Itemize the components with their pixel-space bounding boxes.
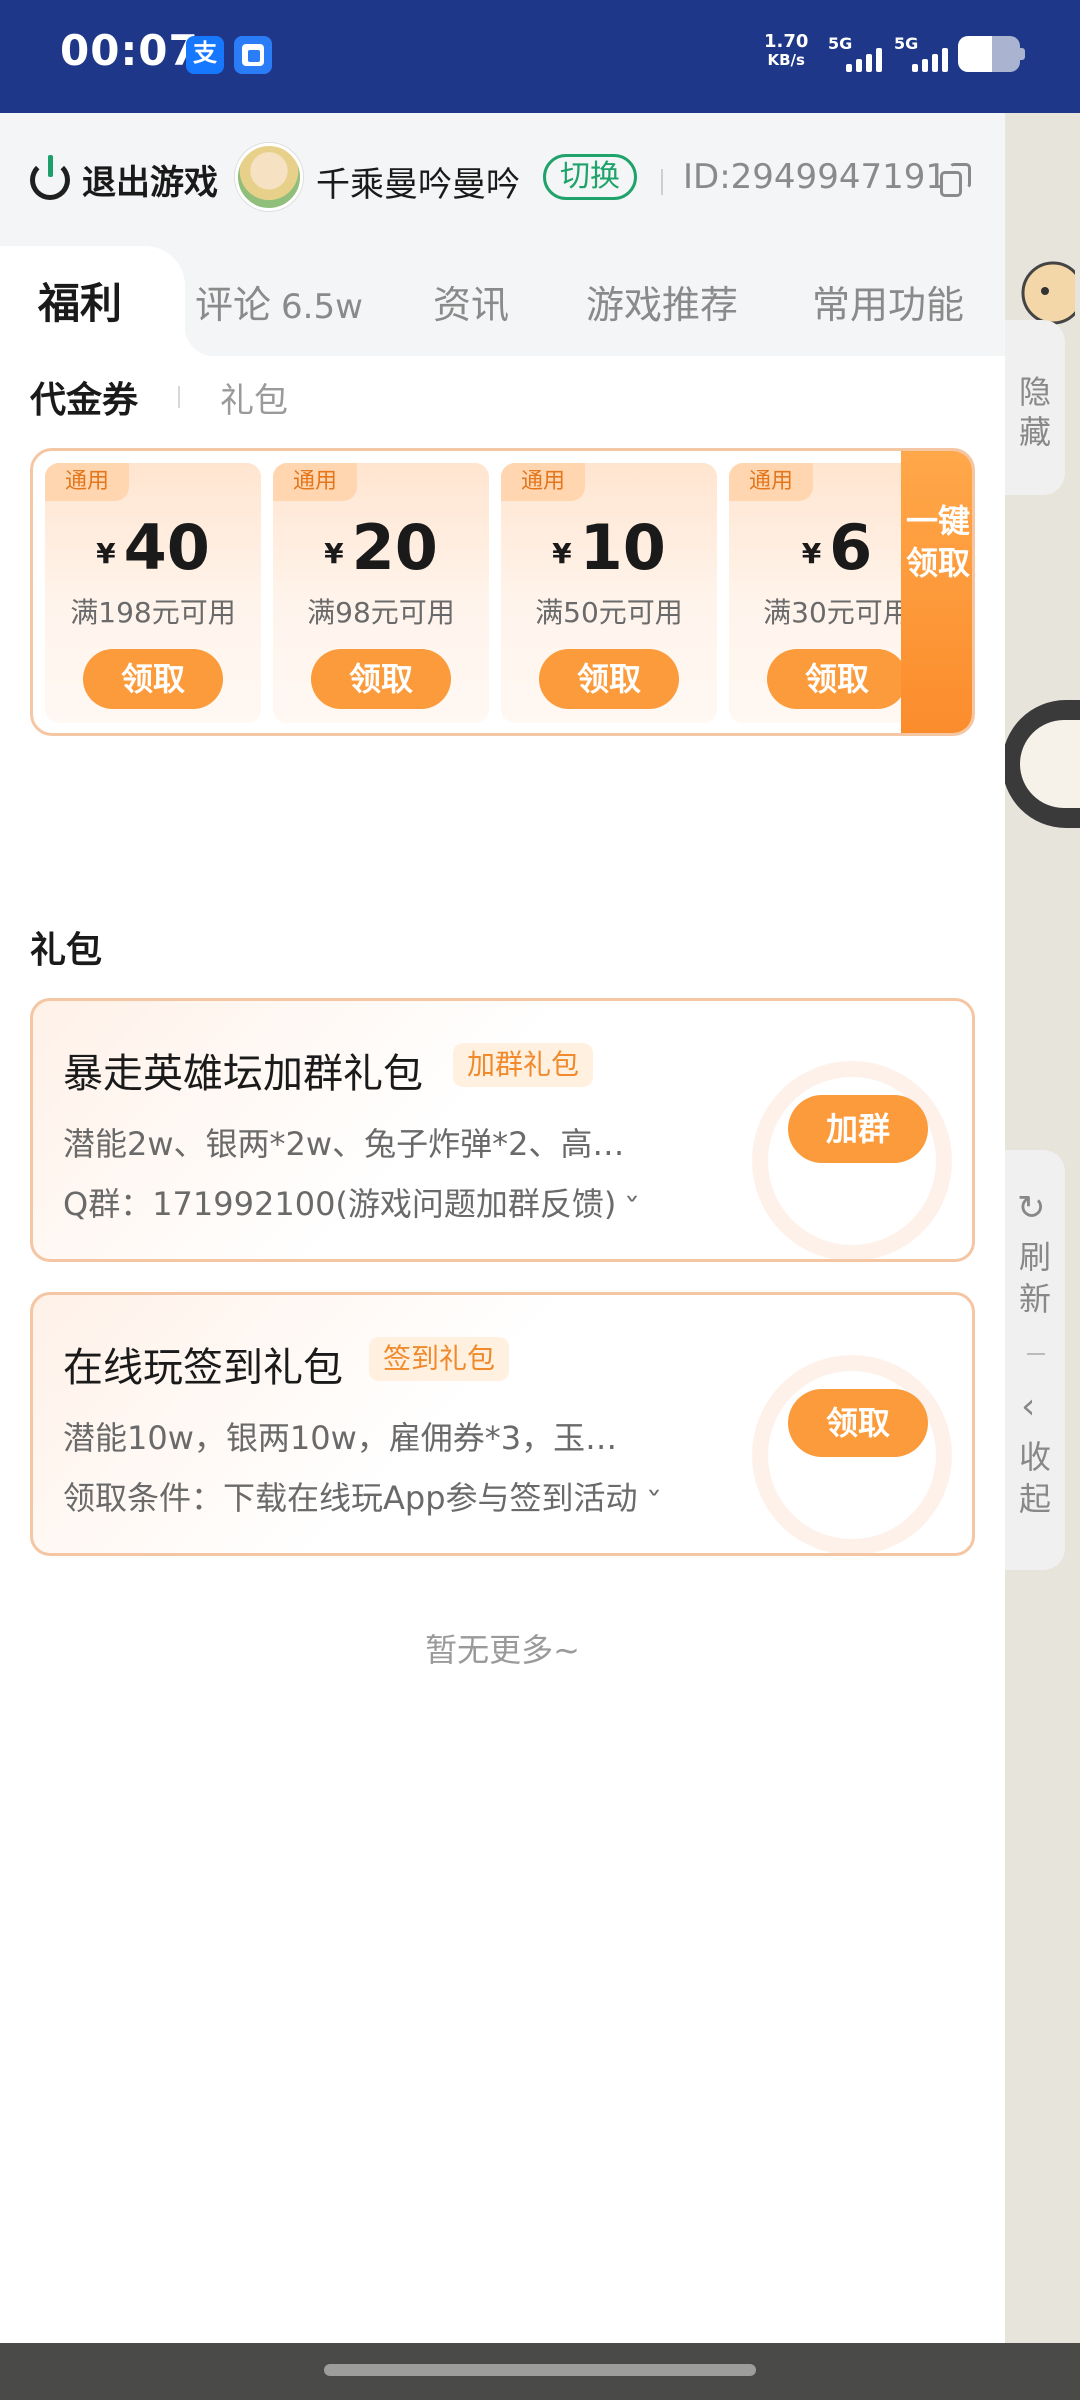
claim-voucher-button[interactable]: 领取	[539, 649, 679, 709]
username: 千乘曼吟曼吟	[316, 165, 520, 205]
tab-common-functions[interactable]: 常用功能	[812, 274, 964, 329]
currency-symbol: ¥	[324, 537, 344, 570]
no-more-hint: 暂无更多~	[425, 1631, 580, 1669]
join-group-button[interactable]: 加群	[788, 1095, 928, 1163]
voucher-amount: ¥40	[45, 511, 261, 584]
refresh-icon[interactable]: ↻	[1017, 1188, 1046, 1228]
voucher-condition: 满50元可用	[535, 596, 683, 629]
subtab-bar: 代金券 礼包	[30, 371, 288, 423]
voucher-condition: 满198元可用	[70, 596, 236, 629]
voucher-card: 通用 ¥20 满98元可用 领取	[273, 463, 489, 723]
exit-game-label: 退出游戏	[82, 163, 218, 203]
network-speed-unit: KB/s	[767, 51, 805, 69]
chevron-left-icon[interactable]: ‹	[1021, 1386, 1035, 1427]
avatar[interactable]	[235, 143, 303, 211]
tab-comments[interactable]: 评论 6.5w	[195, 274, 363, 329]
battery-icon	[958, 36, 1020, 72]
hide-button[interactable]: 隐藏	[1005, 320, 1065, 495]
claim-voucher-button[interactable]: 领取	[83, 649, 223, 709]
subtab-divider	[178, 386, 181, 408]
gift-extra[interactable]: 领取条件：下载在线玩App参与签到活动 ˅	[63, 1473, 662, 1519]
tab-comments-count: 6.5w	[281, 287, 363, 327]
chevron-down-icon: ˅	[624, 1193, 641, 1221]
tab-news[interactable]: 资讯	[433, 274, 509, 329]
tab-welfare[interactable]: 福利	[38, 270, 122, 331]
gift-extra-text: Q群：171992100(游戏问题加群反馈)	[63, 1185, 617, 1223]
claim-all-button[interactable]: 一键领取	[901, 451, 972, 733]
voucher-condition: 满98元可用	[307, 596, 455, 629]
tab-common-functions-label: 常用功能	[812, 283, 965, 327]
signal-sim2-icon: 5G	[894, 34, 964, 74]
gift-name: 暴走英雄坛加群礼包	[63, 1051, 423, 1097]
voucher-amount-value: 20	[351, 511, 438, 584]
voucher-card: 通用 ¥10 满50元可用 领取	[501, 463, 717, 723]
welfare-panel: 退出游戏 千乘曼吟曼吟 切换 ID:2949947191 福利 评论 6.5w 资…	[0, 113, 1005, 2343]
home-indicator[interactable]	[324, 2364, 756, 2376]
user-header: 退出游戏 千乘曼吟曼吟 切换 ID:2949947191	[0, 113, 1005, 246]
voucher-tag: 通用	[501, 463, 586, 501]
currency-symbol: ¥	[552, 537, 572, 570]
network-speed: 1.70 KB/s	[764, 31, 809, 69]
switch-account-button[interactable]: 切换	[543, 154, 637, 200]
subtab-vouchers[interactable]: 代金券	[30, 371, 138, 423]
gift-card[interactable]: 暴走英雄坛加群礼包 加群礼包 潜能2w、银两*2w、兔子炸弹*2、高… Q群：1…	[30, 998, 975, 1262]
claim-voucher-button[interactable]: 领取	[311, 649, 451, 709]
battery-tip	[1020, 48, 1025, 60]
chevron-down-icon: ˅	[645, 1487, 662, 1515]
gift-desc: 潜能2w、银两*2w、兔子炸弹*2、高…	[63, 1125, 625, 1163]
network-speed-value: 1.70	[764, 31, 809, 52]
power-icon	[30, 154, 70, 200]
tab-bar: 福利 评论 6.5w 资讯 游戏推荐 常用功能	[0, 246, 1005, 356]
currency-symbol: ¥	[801, 537, 822, 570]
signal-sim1-icon: 5G	[828, 34, 898, 74]
tab-game-recommend[interactable]: 游戏推荐	[586, 274, 738, 329]
gift-badge: 加群礼包	[453, 1043, 594, 1087]
claim-gift-button[interactable]: 领取	[788, 1389, 928, 1457]
alipay-notification-icon: 支	[186, 36, 224, 74]
battery-level	[958, 36, 993, 72]
voucher-tag: 通用	[45, 463, 130, 501]
voucher-tag: 通用	[729, 463, 814, 501]
tab-welfare-label: 福利	[38, 279, 123, 328]
currency-symbol: ¥	[96, 537, 116, 570]
user-id: ID:2949947191	[683, 157, 947, 197]
voucher-amount: ¥10	[501, 511, 717, 584]
voucher-amount-value: 10	[579, 511, 666, 584]
voucher-amount-value: 40	[123, 511, 210, 584]
clock: 00:07	[60, 26, 199, 75]
gift-section-title: 礼包	[30, 930, 103, 971]
exit-game-button[interactable]: 退出游戏	[30, 154, 218, 204]
tab-news-label: 资讯	[433, 283, 510, 327]
header-divider	[661, 169, 663, 195]
gift-badge: 签到礼包	[369, 1337, 510, 1381]
gift-name: 在线玩签到礼包	[63, 1345, 343, 1391]
side-divider	[1027, 1353, 1045, 1355]
app-notification-icon	[234, 36, 272, 74]
voucher-carousel[interactable]: 通用 ¥40 满198元可用 领取 通用 ¥20 满98元可用 领取 通用 ¥1…	[30, 448, 975, 736]
voucher-card: 通用 ¥40 满198元可用 领取	[45, 463, 261, 723]
refresh-button[interactable]: 刷新	[1005, 1236, 1065, 1320]
gift-desc: 潜能10w，银两10w，雇佣券*3，玉…	[63, 1419, 618, 1457]
subtab-gifts[interactable]: 礼包	[220, 373, 288, 422]
voucher-tag: 通用	[273, 463, 358, 501]
tab-comments-label: 评论	[195, 283, 272, 327]
claim-voucher-button[interactable]: 领取	[767, 649, 907, 709]
gift-card[interactable]: 在线玩签到礼包 签到礼包 潜能10w，银两10w，雇佣券*3，玉… 领取条件：下…	[30, 1292, 975, 1556]
voucher-amount: ¥20	[273, 511, 489, 584]
side-controls: ↻ 刷新 ‹ 收起	[1005, 1150, 1065, 1570]
status-bar: 00:07 支 1.70 KB/s 5G 5G	[0, 0, 1080, 113]
copy-icon[interactable]	[940, 163, 972, 197]
tab-game-recommend-label: 游戏推荐	[586, 283, 739, 327]
gift-extra[interactable]: Q群：171992100(游戏问题加群反馈) ˅	[63, 1179, 641, 1225]
voucher-amount-value: 6	[829, 511, 873, 584]
gift-extra-text: 领取条件：下载在线玩App参与签到活动	[63, 1479, 638, 1517]
collapse-button[interactable]: 收起	[1005, 1436, 1065, 1520]
